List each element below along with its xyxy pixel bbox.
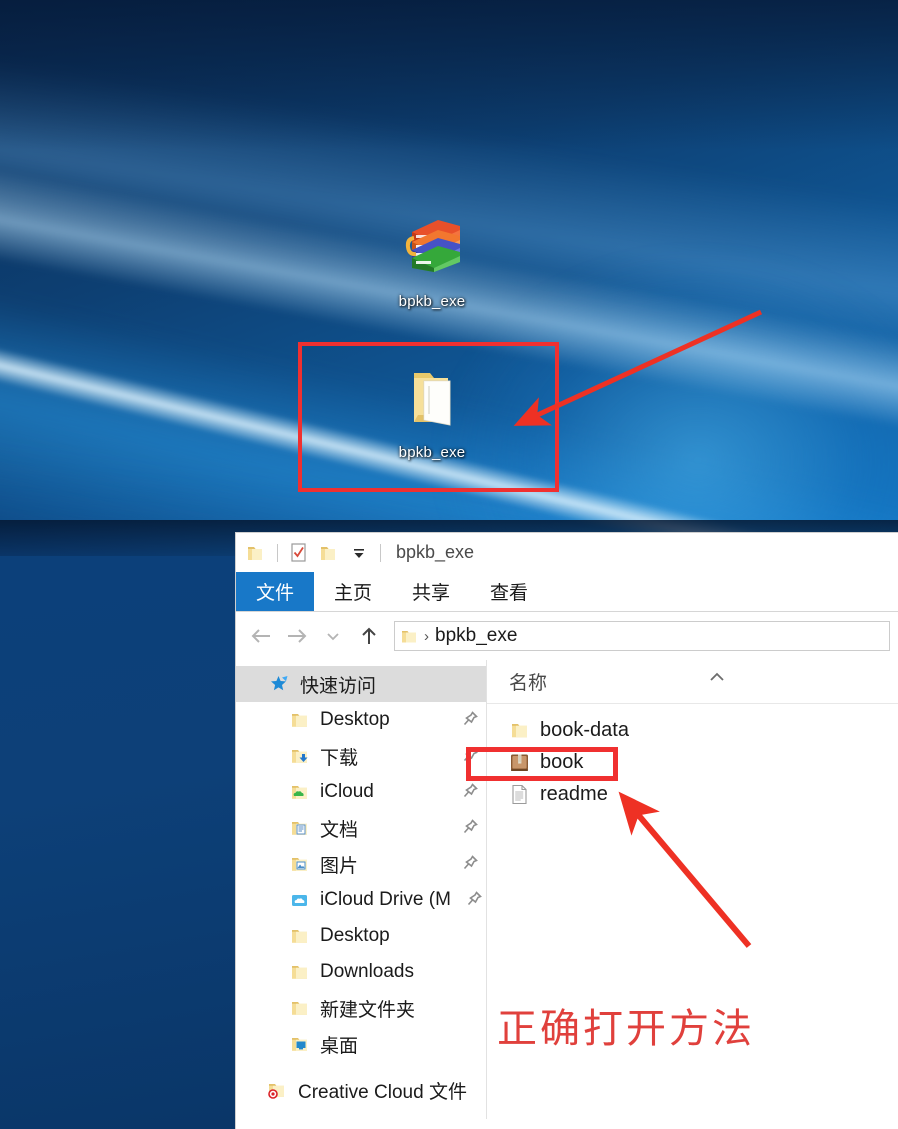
navigation-bar: › bpkb_exe: [236, 612, 898, 660]
desktop-folder-icon: [288, 1033, 312, 1055]
folder-icon: [402, 631, 416, 643]
sidebar-item-desktop-cn[interactable]: 桌面: [236, 1026, 486, 1062]
pin-icon[interactable]: [463, 711, 478, 731]
sidebar-item-label: 桌面: [320, 1035, 359, 1057]
star-pin-icon: [268, 673, 292, 695]
ribbon-tabs: 文件 主页 共享 查看: [236, 572, 898, 612]
sidebar-item-creative-cloud[interactable]: Creative Cloud 文件: [236, 1072, 486, 1108]
folder-icon: [248, 546, 262, 560]
address-bar[interactable]: › bpkb_exe: [394, 621, 890, 651]
sidebar-item-pictures[interactable]: 图片: [236, 846, 486, 882]
folder-icon: [288, 925, 312, 947]
sidebar-item-label: Desktop: [320, 709, 390, 730]
annotation-callout-text: 正确打开方法: [497, 1006, 755, 1052]
pictures-folder-icon: [288, 853, 312, 875]
text-file-icon: [509, 782, 531, 806]
icloud-folder-icon: [288, 781, 312, 803]
sidebar-item-label: 文档: [320, 819, 359, 841]
sidebar-header-quick-access[interactable]: 快速访问: [236, 666, 486, 702]
new-folder-icon: [321, 546, 335, 560]
up-one-level-button[interactable]: [352, 619, 386, 653]
file-list-row-book-data[interactable]: book-data: [487, 714, 898, 746]
navigation-sidebar: 快速访问 Desktop 下载 iCloud 文档 图片 iCloud Driv…: [236, 660, 487, 1119]
sidebar-item-label: iCloud: [320, 781, 374, 802]
screen: bpkb_exe bpkb_exe bpkb_exe 文件 主页 共享 查看 ›…: [0, 0, 898, 1129]
arrow-up-icon: [362, 627, 376, 644]
arrow-left-icon: [251, 629, 270, 643]
sidebar-item-label: Downloads: [320, 961, 414, 982]
qat-folder-icon[interactable]: [242, 539, 270, 567]
sidebar-item-label: iCloud Drive (M: [320, 889, 451, 910]
folder-icon: [288, 997, 312, 1019]
toolbar-separator: [277, 543, 278, 562]
file-name: book-data: [540, 718, 629, 741]
window-title: bpkb_exe: [396, 542, 475, 562]
pin-icon[interactable]: [467, 891, 482, 911]
breadcrumb-current[interactable]: bpkb_exe: [435, 625, 517, 647]
qat-properties-icon[interactable]: [285, 539, 313, 567]
sidebar-item-icloud-drive[interactable]: iCloud Drive (M: [236, 882, 486, 918]
chevron-down-icon: [354, 548, 364, 558]
desktop-icon-bpkb-archive[interactable]: bpkb_exe: [372, 214, 492, 310]
desktop-icon-label: bpkb_exe: [398, 293, 466, 310]
icloud-drive-icon: [288, 889, 312, 911]
sidebar-item-desktop[interactable]: Desktop: [236, 702, 486, 738]
file-list-row-readme[interactable]: readme: [487, 778, 898, 810]
sidebar-item-label: 新建文件夹: [320, 999, 416, 1021]
creative-cloud-folder-icon: [266, 1079, 290, 1101]
tab-home[interactable]: 主页: [314, 572, 392, 611]
qat-customize-dropdown-icon[interactable]: [345, 539, 373, 567]
tab-file[interactable]: 文件: [236, 572, 315, 611]
wallpaper-shade-bottom-left: [0, 556, 240, 1129]
chevron-up-icon: [708, 670, 726, 688]
sidebar-item-new-folder[interactable]: 新建文件夹: [236, 990, 486, 1026]
sidebar-item-label: Desktop: [320, 925, 390, 946]
properties-icon: [291, 542, 306, 562]
toolbar-separator: [380, 543, 381, 562]
sidebar-item-desktop-2[interactable]: Desktop: [236, 918, 486, 954]
sidebar-item-downloads-cn[interactable]: 下载: [236, 738, 486, 774]
arrow-right-icon: [288, 629, 307, 643]
sidebar-header-label: 快速访问: [300, 675, 377, 697]
qat-new-folder-icon[interactable]: [315, 539, 343, 567]
wallpaper-shade-top: [0, 0, 898, 150]
sidebar-item-label: Creative Cloud 文件: [298, 1081, 467, 1103]
breadcrumb-separator: ›: [424, 627, 429, 645]
column-header-name[interactable]: 名称: [509, 668, 547, 695]
chevron-down-icon: [327, 633, 339, 641]
pin-icon[interactable]: [463, 855, 478, 875]
downloads-folder-icon: [288, 745, 312, 767]
back-button[interactable]: [244, 619, 278, 653]
tab-share[interactable]: 共享: [392, 572, 470, 611]
documents-folder-icon: [288, 817, 312, 839]
forward-button[interactable]: [280, 619, 314, 653]
pin-icon[interactable]: [463, 819, 478, 839]
annotation-highlight-rect-book: [466, 747, 618, 781]
file-list-column-header: 名称: [487, 660, 898, 704]
quick-access-toolbar: bpkb_exe: [236, 533, 898, 572]
sidebar-item-icloud[interactable]: iCloud: [236, 774, 486, 810]
winrar-archive-icon: [405, 220, 460, 272]
pin-icon[interactable]: [463, 783, 478, 803]
recent-locations-button[interactable]: [316, 619, 350, 653]
folder-icon: [288, 961, 312, 983]
tab-view[interactable]: 查看: [470, 572, 548, 611]
file-name: readme: [540, 782, 608, 805]
annotation-highlight-rect-desktop: [298, 342, 559, 492]
folder-icon: [509, 718, 531, 742]
sidebar-item-label: 图片: [320, 855, 359, 877]
folder-icon: [288, 709, 312, 731]
sidebar-item-downloads[interactable]: Downloads: [236, 954, 486, 990]
sidebar-item-label: 下载: [320, 747, 359, 769]
sidebar-item-documents[interactable]: 文档: [236, 810, 486, 846]
